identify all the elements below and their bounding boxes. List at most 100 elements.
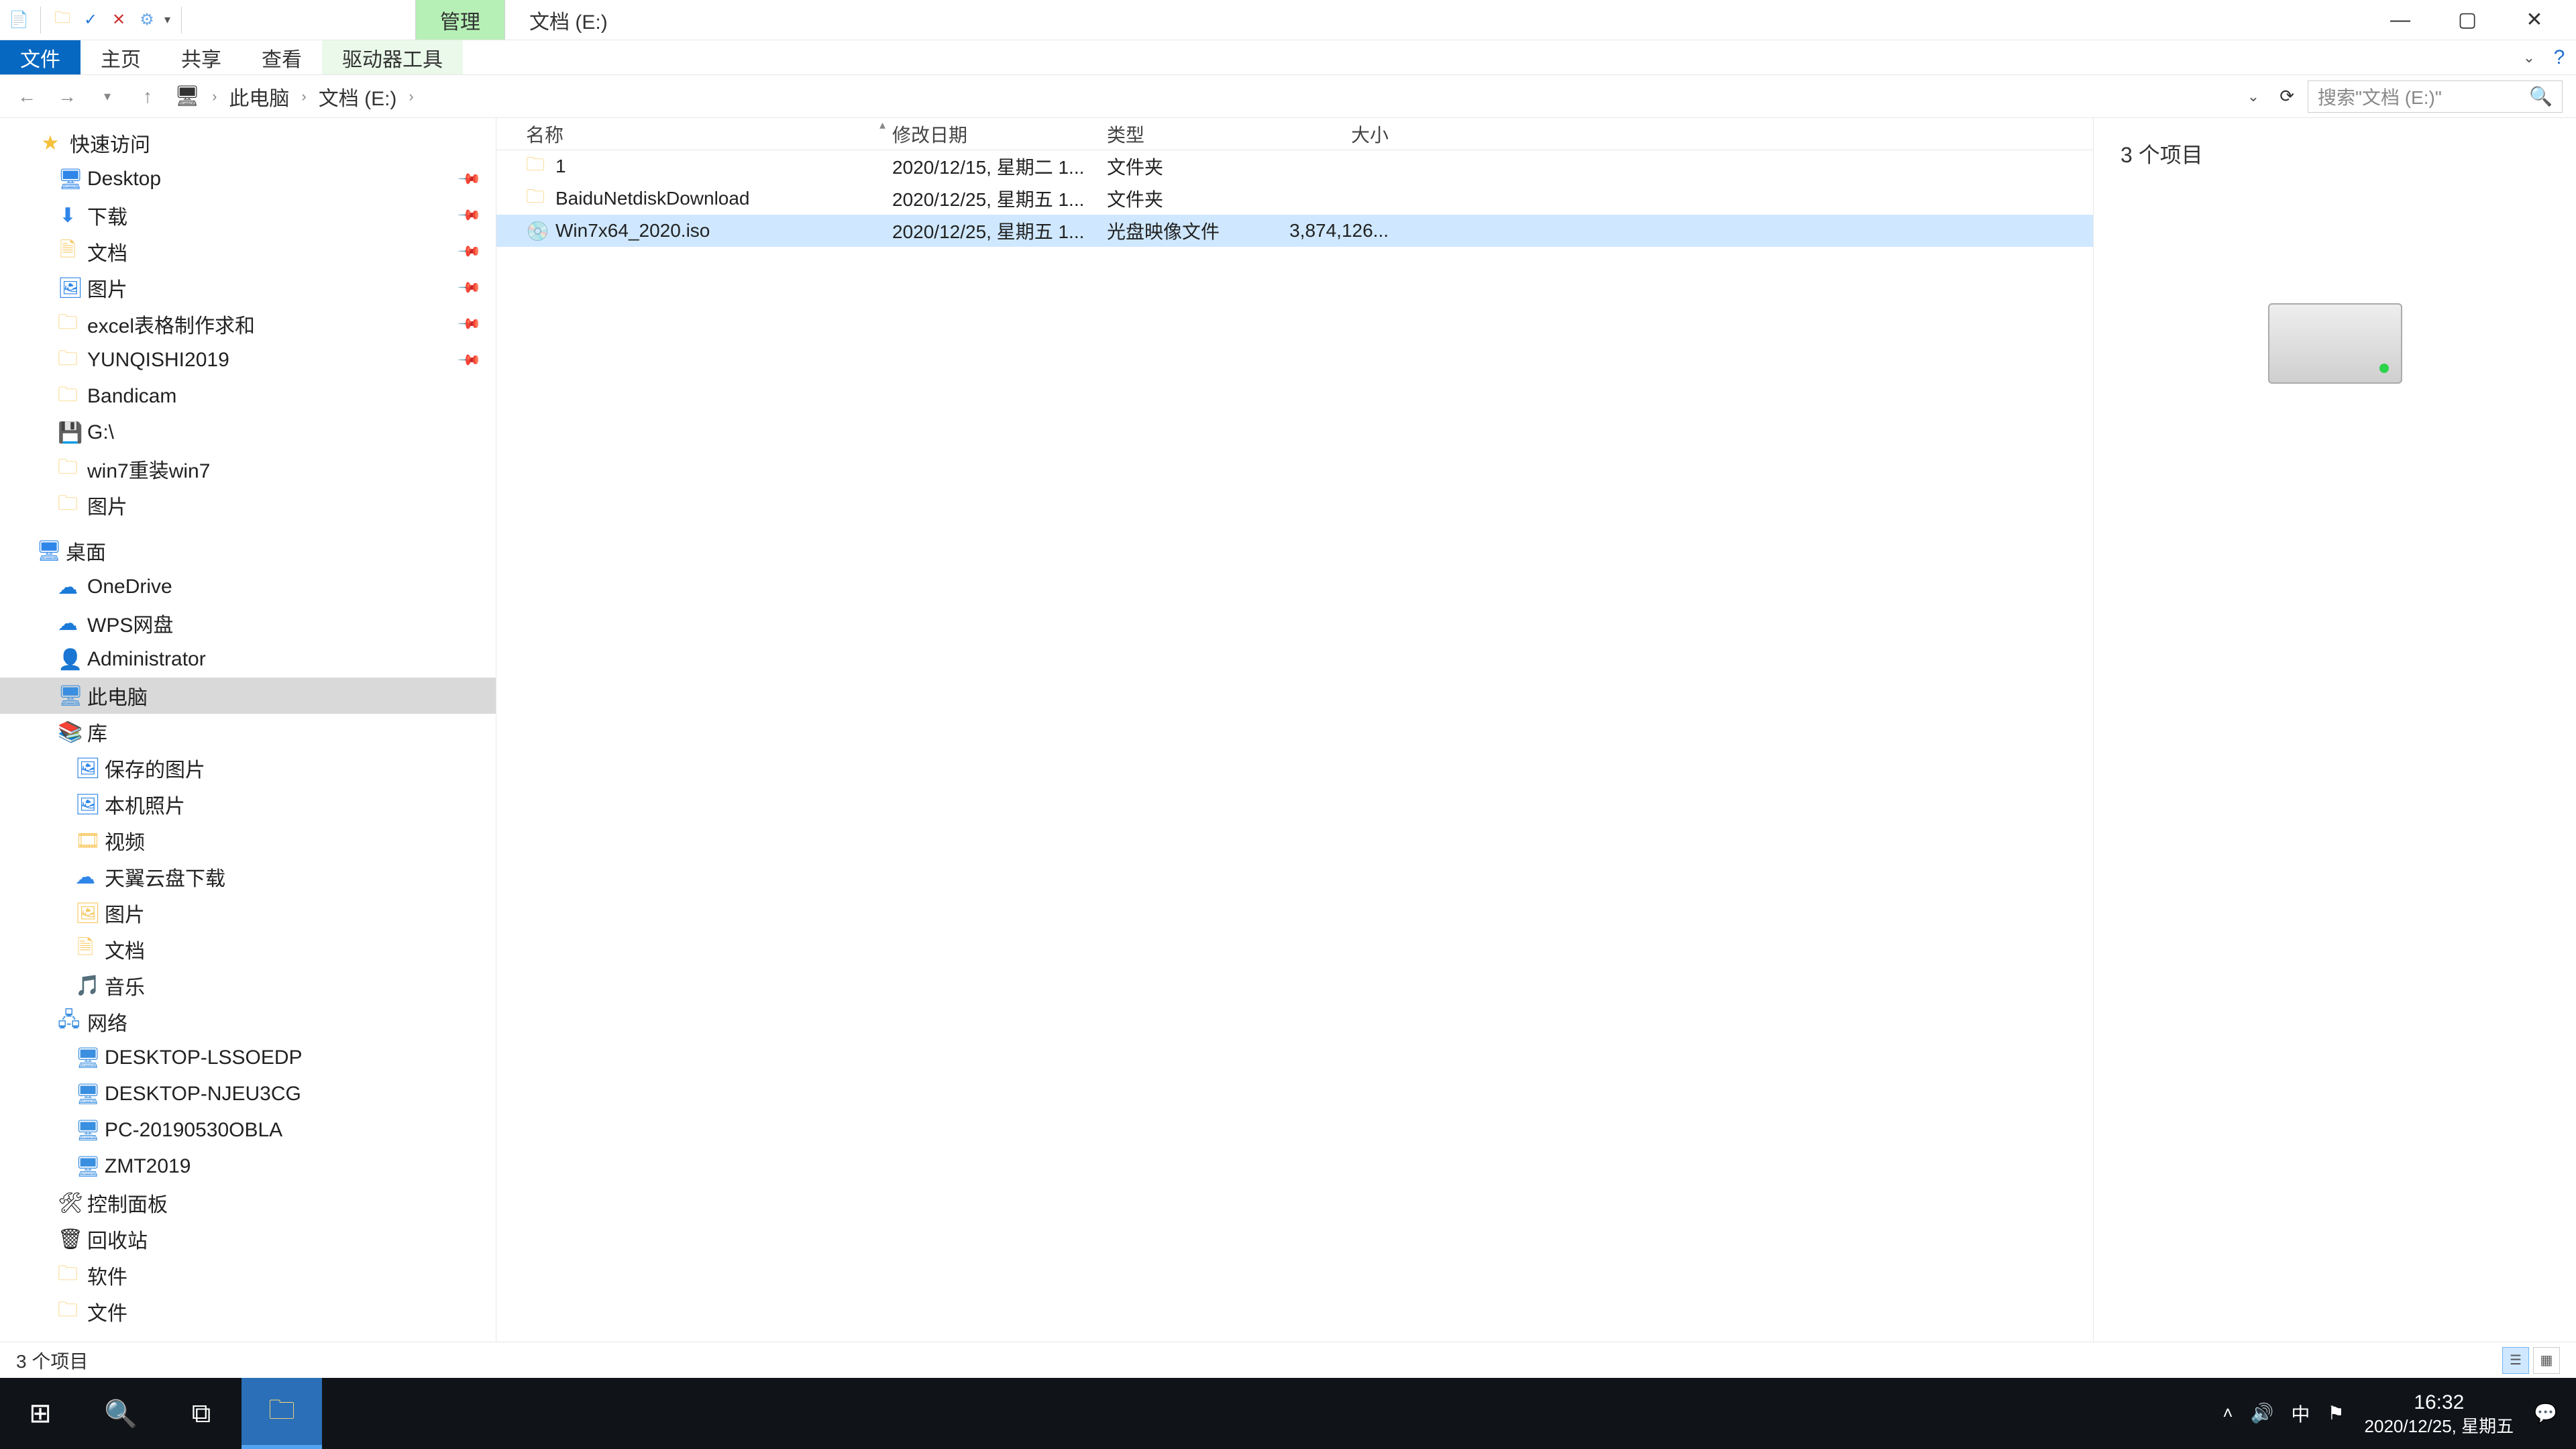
tab-view[interactable]: 查看 — [241, 40, 322, 74]
breadcrumb-this-pc[interactable]: 此电脑 — [229, 82, 289, 111]
qa-check-icon[interactable]: ✓ — [80, 9, 101, 31]
back-button[interactable]: ← — [13, 83, 40, 110]
qa-open-icon[interactable]: 🗀 — [52, 9, 73, 31]
view-thumbnails-button[interactable]: ▦ — [2533, 1347, 2560, 1374]
sidebar-item-netpc[interactable]: 🖥ZMT2019 — [0, 1148, 496, 1185]
qa-delete-icon[interactable]: ✕ — [108, 9, 129, 31]
sidebar-item-libraries[interactable]: 📚库 — [0, 714, 496, 750]
folder-icon: 🗀 — [526, 182, 545, 215]
sidebar-desktop[interactable]: 🖥桌面 — [0, 533, 496, 569]
sidebar-item[interactable]: 🗀软件 — [0, 1257, 496, 1293]
chevron-right-icon[interactable]: › — [301, 88, 306, 105]
sidebar-item[interactable]: 🎞视频 — [0, 822, 496, 859]
close-button[interactable]: ✕ — [2514, 7, 2555, 34]
qa-props-icon[interactable]: ⚙ — [136, 9, 158, 31]
tab-share[interactable]: 共享 — [161, 40, 241, 74]
pc-icon: 🖥 — [58, 684, 78, 708]
file-type: 文件夹 — [1107, 185, 1288, 212]
tray-overflow-icon[interactable]: ˄ — [2222, 1403, 2233, 1424]
sidebar-item[interactable]: 🎵音乐 — [0, 967, 496, 1004]
pc-icon: 🖥 — [75, 1155, 95, 1179]
minimize-button[interactable]: — — [2380, 7, 2420, 34]
breadcrumb[interactable]: 🖥 › 此电脑 › 文档 (E:) › ⌄ — [174, 82, 2266, 111]
help-icon[interactable]: ? — [2549, 40, 2576, 74]
folder-icon: 🗀 — [58, 1258, 78, 1293]
chevron-right-icon[interactable]: › — [409, 88, 413, 105]
pc-icon: 🖥 — [75, 1119, 95, 1142]
sidebar-item[interactable]: 🗀YUNQISHI2019📌 — [0, 342, 496, 378]
ribbon-expand-icon[interactable]: ⌄ — [2522, 40, 2549, 74]
sidebar-item[interactable]: 🗎文档 — [0, 931, 496, 967]
column-name[interactable]: 名称▴ — [496, 121, 892, 148]
tab-drive-tools[interactable]: 驱动器工具 — [322, 40, 463, 74]
sidebar-quick-access[interactable]: ★快速访问 — [0, 125, 496, 161]
sidebar-item-desktop[interactable]: 🖥Desktop📌 — [0, 161, 496, 197]
search-input[interactable]: 搜索"文档 (E:)" 🔍 — [2308, 80, 2563, 113]
document-icon: 🗎 — [75, 932, 95, 967]
navigation-pane[interactable]: ★快速访问 🖥Desktop📌 ⬇下载📌 🗎文档📌 🖼图片📌 🗀excel表格制… — [0, 118, 496, 1342]
search-button[interactable]: 🔍 — [80, 1378, 161, 1449]
file-date: 2020/12/25, 星期五 1... — [892, 217, 1107, 244]
sidebar-item-network[interactable]: 🖧网络 — [0, 1004, 496, 1040]
sidebar-item-documents[interactable]: 🗎文档📌 — [0, 233, 496, 270]
sidebar-item-netpc[interactable]: 🖥PC-20190530OBLA — [0, 1112, 496, 1148]
download-icon: ⬇ — [58, 204, 78, 227]
ime-indicator[interactable]: 中 — [2291, 1400, 2310, 1427]
refresh-button[interactable]: ⟳ — [2279, 86, 2294, 107]
taskbar-explorer[interactable]: 🗀 — [241, 1378, 322, 1449]
sidebar-item[interactable]: 🖼保存的图片 — [0, 750, 496, 786]
task-view-button[interactable]: ⧉ — [161, 1378, 241, 1449]
sidebar-item[interactable]: ☁天翼云盘下载 — [0, 859, 496, 895]
chevron-right-icon[interactable]: › — [212, 88, 217, 105]
volume-icon[interactable]: 🔊 — [2251, 1402, 2274, 1424]
sidebar-item-netpc[interactable]: 🖥DESKTOP-LSSOEDP — [0, 1040, 496, 1076]
recycle-icon: 🗑 — [58, 1228, 78, 1251]
sidebar-item-downloads[interactable]: ⬇下载📌 — [0, 197, 496, 233]
taskbar-clock[interactable]: 16:32 2020/12/25, 星期五 — [2365, 1389, 2514, 1438]
sidebar-item[interactable]: 🗀Bandicam — [0, 378, 496, 415]
view-details-button[interactable]: ☰ — [2502, 1347, 2529, 1374]
column-type[interactable]: 类型 — [1107, 121, 1288, 148]
qa-more-icon[interactable]: ▾ — [164, 13, 170, 27]
taskbar[interactable]: ⊞ 🔍 ⧉ 🗀 ˄ 🔊 中 ⚑ 16:32 2020/12/25, 星期五 💬 — [0, 1378, 2576, 1449]
security-icon[interactable]: ⚑ — [2327, 1402, 2344, 1424]
breadcrumb-current[interactable]: 文档 (E:) — [319, 82, 397, 111]
file-row[interactable]: 💿Win7x64_2020.iso2020/12/25, 星期五 1...光盘映… — [496, 215, 2093, 247]
sidebar-item-netpc[interactable]: 🖥DESKTOP-NJEU3CG — [0, 1076, 496, 1112]
history-dropdown[interactable]: ▾ — [94, 83, 121, 110]
tab-home[interactable]: 主页 — [80, 40, 161, 74]
sidebar-item[interactable]: 🗀win7重装win7 — [0, 451, 496, 487]
sidebar-item-drive[interactable]: 💾G:\ — [0, 415, 496, 451]
file-date: 2020/12/15, 星期二 1... — [892, 153, 1107, 180]
context-tab-manage[interactable]: 管理 — [415, 0, 505, 40]
address-dropdown-icon[interactable]: ⌄ — [2247, 88, 2259, 105]
forward-button[interactable]: → — [54, 83, 80, 110]
sidebar-item[interactable]: 🖼图片 — [0, 895, 496, 931]
maximize-button[interactable]: ▢ — [2447, 7, 2487, 34]
control-panel-icon: 🛠 — [58, 1191, 78, 1215]
file-list[interactable]: 名称▴ 修改日期 类型 大小 🗀12020/12/15, 星期二 1...文件夹… — [496, 118, 2093, 1342]
sidebar-item[interactable]: 🗀excel表格制作求和📌 — [0, 306, 496, 342]
action-center-icon[interactable]: 💬 — [2534, 1402, 2557, 1424]
tab-file[interactable]: 文件 — [0, 40, 80, 74]
file-name: BaiduNetdiskDownload — [555, 188, 750, 209]
file-row[interactable]: 🗀12020/12/15, 星期二 1...文件夹 — [496, 150, 2093, 182]
start-button[interactable]: ⊞ — [0, 1378, 80, 1449]
search-icon[interactable]: 🔍 — [2529, 85, 2553, 107]
sidebar-item-user[interactable]: 👤Administrator — [0, 641, 496, 678]
sidebar-item[interactable]: 🗀图片 — [0, 487, 496, 523]
sidebar-item-wps[interactable]: ☁WPS网盘 — [0, 605, 496, 641]
sidebar-item-pictures[interactable]: 🖼图片📌 — [0, 270, 496, 306]
column-date[interactable]: 修改日期 — [892, 121, 1107, 148]
sidebar-item-control-panel[interactable]: 🛠控制面板 — [0, 1185, 496, 1221]
sidebar-item[interactable]: 🖼本机照片 — [0, 786, 496, 822]
sidebar-item-onedrive[interactable]: ☁OneDrive — [0, 569, 496, 605]
column-size[interactable]: 大小 — [1288, 121, 1402, 148]
up-button[interactable]: ↑ — [134, 83, 161, 110]
sidebar-item-this-pc[interactable]: 🖥此电脑 — [0, 678, 496, 714]
sidebar-item[interactable]: 🗀文件 — [0, 1293, 496, 1330]
sidebar-item-recycle[interactable]: 🗑回收站 — [0, 1221, 496, 1257]
cloud-icon: ☁ — [58, 576, 78, 599]
pictures-icon: 🖼 — [58, 276, 78, 300]
file-row[interactable]: 🗀BaiduNetdiskDownload2020/12/25, 星期五 1..… — [496, 182, 2093, 215]
